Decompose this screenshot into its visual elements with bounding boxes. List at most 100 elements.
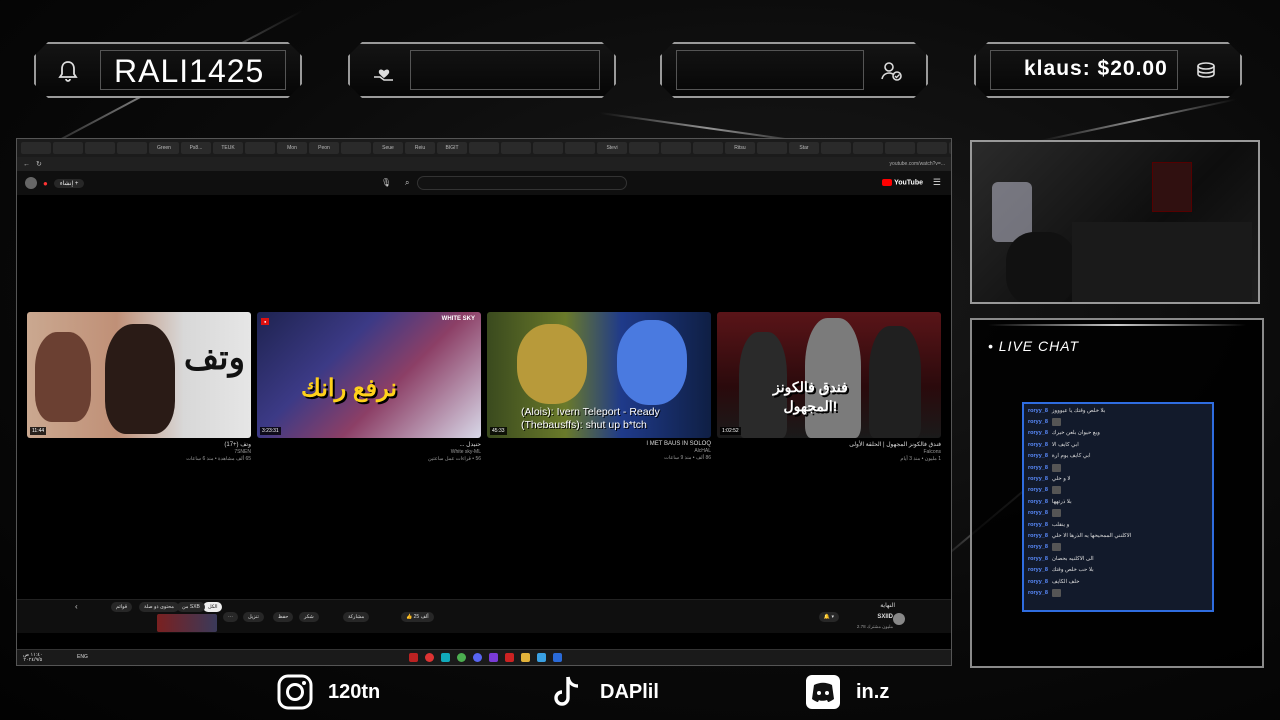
video-channel[interactable]: 7SNEN (27, 449, 251, 455)
browser-tab[interactable] (245, 142, 275, 154)
chat-username[interactable]: roryy_8 (1028, 430, 1048, 436)
browser-tab[interactable]: Stevi (597, 142, 627, 154)
taskbar-app-icon[interactable] (505, 653, 514, 662)
browser-tab[interactable] (629, 142, 659, 154)
chat-username[interactable]: roryy_8 (1028, 408, 1048, 414)
subscribe-bell-button[interactable]: 🔔 ▾ (818, 612, 839, 622)
browser-tab[interactable]: Ps8... (181, 142, 211, 154)
taskbar-app-icon[interactable] (441, 653, 450, 662)
browser-tab[interactable] (661, 142, 691, 154)
chat-message: roryy_8 (1028, 508, 1208, 519)
browser-tab[interactable] (757, 142, 787, 154)
chat-username[interactable]: roryy_8 (1028, 499, 1048, 505)
video-channel[interactable]: Falcons (717, 449, 941, 455)
video-channel[interactable]: White sky-ML (257, 449, 481, 455)
taskbar-app-icon[interactable] (473, 653, 482, 662)
video-card[interactable]: وتف 11:44 وتف (+17) 7SNEN 65 ألف مشاهدة … (27, 312, 251, 462)
browser-tab[interactable]: Ritsu (725, 142, 755, 154)
browser-tab[interactable]: Reiu (405, 142, 435, 154)
channel-name[interactable]: SXIID (877, 614, 893, 620)
browser-tab[interactable] (85, 142, 115, 154)
chat-username[interactable]: roryy_8 (1028, 533, 1048, 539)
chip-from-channel[interactable]: من SXB (177, 602, 205, 612)
browser-tab[interactable] (21, 142, 51, 154)
browser-tab[interactable]: Mon (277, 142, 307, 154)
chip-all[interactable]: الكل (203, 602, 223, 612)
search-icon[interactable]: ⌕ (405, 178, 409, 188)
url-text[interactable]: youtube.com/watch?v=... (890, 161, 945, 167)
video-title[interactable]: فندق فالكونز المجهول | الحلقة الأولى (717, 441, 941, 448)
more-icon[interactable]: ⋯ (223, 612, 238, 622)
chat-username[interactable]: roryy_8 (1028, 442, 1048, 448)
browser-tab[interactable] (501, 142, 531, 154)
video-title[interactable]: وتف (+17) (27, 441, 251, 448)
youtube-logo[interactable]: YouTube (882, 179, 923, 186)
browser-tab[interactable] (693, 142, 723, 154)
browser-tab[interactable]: Green (149, 142, 179, 154)
thanks-button[interactable]: شكر (299, 612, 319, 622)
mic-icon[interactable]: 🎙 (381, 178, 391, 187)
video-card[interactable]: (Alois): Ivern Teleport - Ready (Thebaus… (487, 312, 711, 461)
chat-username[interactable]: roryy_8 (1028, 453, 1048, 459)
browser-tab[interactable]: BIGIT (437, 142, 467, 154)
video-channel[interactable]: AlcHAL (487, 448, 711, 454)
video-title[interactable]: حنيدل ... (257, 441, 481, 448)
browser-tab[interactable] (917, 142, 947, 154)
menu-icon[interactable]: ☰ (933, 177, 941, 188)
browser-tab[interactable]: Seue (373, 142, 403, 154)
browser-tab[interactable] (853, 142, 883, 154)
channel-avatar[interactable] (893, 613, 905, 625)
chevron-left-icon[interactable]: ‹ (75, 602, 78, 611)
video-card[interactable]: فندق فالكونز المجهول! 1:02:52 فندق فالكو… (717, 312, 941, 462)
chat-username[interactable]: roryy_8 (1028, 567, 1048, 573)
browser-tab[interactable]: TEUK (213, 142, 243, 154)
taskbar-app-icon[interactable] (489, 653, 498, 662)
video-title[interactable]: I MET BAUS IN SOLOQ (487, 441, 711, 447)
video-card[interactable]: WHITE SKY ● نرفع رانك 3:23:31 حنيدل ... … (257, 312, 481, 462)
notifications-icon[interactable]: ● (43, 179, 48, 188)
browser-tab[interactable] (53, 142, 83, 154)
browser-tab[interactable]: Peon (309, 142, 339, 154)
taskbar-app-icon[interactable] (521, 653, 530, 662)
browser-tab[interactable] (949, 142, 951, 154)
chat-username[interactable]: roryy_8 (1028, 522, 1048, 528)
browser-tab[interactable] (469, 142, 499, 154)
avatar[interactable] (25, 177, 37, 189)
windows-start-icon[interactable] (553, 653, 562, 662)
chat-username[interactable]: roryy_8 (1028, 476, 1048, 482)
browser-tab[interactable] (533, 142, 563, 154)
chat-username[interactable]: roryy_8 (1028, 419, 1048, 425)
back-icon[interactable]: ← (23, 161, 30, 168)
browser-tab[interactable] (821, 142, 851, 154)
browser-tab[interactable] (117, 142, 147, 154)
chat-username[interactable]: roryy_8 (1028, 544, 1048, 550)
browser-tab[interactable] (341, 142, 371, 154)
like-button[interactable]: 👍 25 ألف (401, 612, 434, 622)
browser-tab[interactable] (885, 142, 915, 154)
chat-username[interactable]: roryy_8 (1028, 556, 1048, 562)
chip-related[interactable]: محتوى ذو صلة (139, 602, 179, 612)
next-video-thumbnail[interactable] (157, 614, 217, 632)
taskbar-app-icon[interactable] (537, 653, 546, 662)
chat-username[interactable]: roryy_8 (1028, 487, 1048, 493)
reload-icon[interactable]: ↻ (36, 160, 42, 168)
download-button[interactable]: تنزيل (243, 612, 264, 622)
chat-username[interactable]: roryy_8 (1028, 579, 1048, 585)
search-input[interactable] (417, 176, 627, 190)
browser-tab[interactable]: Star (789, 142, 819, 154)
save-button[interactable]: حفظ (273, 612, 294, 622)
chat-username[interactable]: roryy_8 (1028, 465, 1048, 471)
taskbar-app-icon[interactable] (457, 653, 466, 662)
address-bar[interactable]: ← ↻ youtube.com/watch?v=... (17, 157, 951, 171)
chat-message: roryy_8 الاكلنني الممحيحها يه الذرها الا … (1028, 530, 1208, 541)
chat-username[interactable]: roryy_8 (1028, 590, 1048, 596)
create-button[interactable]: إنشاء + (53, 178, 85, 188)
chip-playlists[interactable]: قوائم (111, 602, 133, 612)
taskbar-app-icon[interactable] (425, 653, 434, 662)
chat-username[interactable]: roryy_8 (1028, 510, 1048, 516)
browser-tab[interactable] (565, 142, 595, 154)
taskbar-app-icon[interactable] (409, 653, 418, 662)
language-indicator[interactable]: ENG (77, 654, 88, 660)
share-button[interactable]: مشاركة (343, 612, 370, 622)
chat-message-list[interactable]: roryy_8 بلا خلص وقتك يا عيوووز roryy_8 rory… (1022, 402, 1214, 612)
